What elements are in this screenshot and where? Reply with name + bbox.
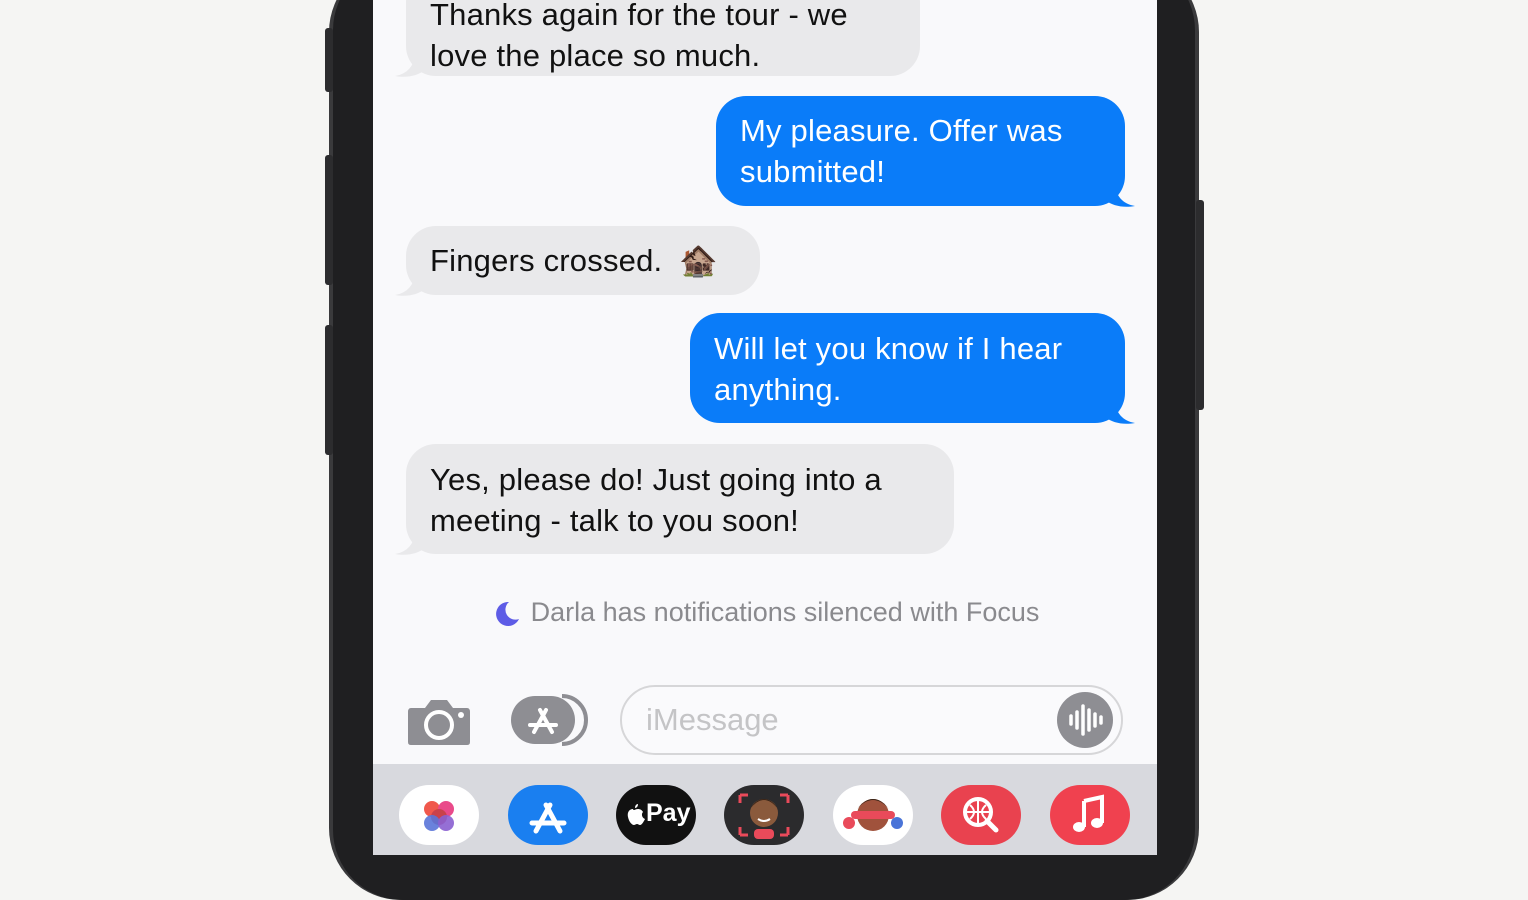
message-bubble-received[interactable]: Fingers crossed. 🏚️ <box>406 226 760 295</box>
camera-button[interactable] <box>407 696 471 746</box>
apple-pay-label: Pay <box>646 799 691 827</box>
app-memoji-stickers[interactable] <box>833 785 913 845</box>
message-bubble-sent[interactable]: Will let you know if I hear anything. <box>690 313 1125 423</box>
apps-button[interactable] <box>510 694 590 746</box>
imessage-input[interactable]: iMessage <box>620 685 1123 755</box>
composer-bar: iMessage <box>373 680 1157 764</box>
moon-icon <box>495 601 519 626</box>
waveform-icon <box>1069 704 1103 736</box>
volume-down-button <box>325 325 333 455</box>
bubble-tail <box>395 52 425 77</box>
message-text: My pleasure. Offer was <box>740 113 1063 148</box>
app-store[interactable] <box>508 785 588 845</box>
message-text: Fingers crossed. <box>430 243 663 278</box>
app-memoji[interactable] <box>724 785 804 845</box>
photos-icon <box>424 801 454 831</box>
imessage-placeholder: iMessage <box>646 702 779 737</box>
volume-up-button <box>325 155 333 285</box>
message-text: submitted! <box>740 154 886 189</box>
message-bubble-received[interactable]: Thanks again for the tour - we love the … <box>406 0 920 76</box>
messages-screen: Thanks again for the tour - we love the … <box>373 0 1157 855</box>
memoji-icon <box>738 793 790 839</box>
silent-switch <box>325 28 333 92</box>
message-text: Thanks again for the tour - we <box>430 0 848 32</box>
focus-notice-text: Darla has notifications silenced with Fo… <box>530 597 1040 627</box>
house-emoji: 🏚️ <box>679 243 718 278</box>
music-icon <box>1073 794 1104 832</box>
app-music[interactable] <box>1050 785 1130 845</box>
images-search-icon <box>963 797 999 833</box>
message-text: love the place so much. <box>430 38 761 73</box>
app-photos[interactable] <box>399 785 479 845</box>
message-text: Will let you know if I hear <box>714 331 1063 366</box>
app-store-icon <box>529 802 567 834</box>
message-bubble-sent[interactable]: My pleasure. Offer was submitted! <box>716 96 1125 206</box>
audio-message-button[interactable] <box>1057 692 1113 748</box>
bubble-tail <box>1105 182 1135 207</box>
camera-icon <box>408 700 470 745</box>
memoji-stickers-icon <box>843 799 903 831</box>
bubble-tail <box>395 530 425 555</box>
message-text: Yes, please do! Just going into a <box>430 462 882 497</box>
message-text: anything. <box>714 372 842 407</box>
app-images-search[interactable] <box>941 785 1021 845</box>
message-text: meeting - talk to you soon! <box>430 503 799 538</box>
app-drawer: Pay <box>373 764 1157 855</box>
app-store-icon <box>511 694 588 746</box>
message-bubble-received[interactable]: Yes, please do! Just going into a meetin… <box>406 444 954 554</box>
bubble-tail <box>1105 399 1135 424</box>
power-button <box>1196 200 1204 410</box>
bubble-tail <box>395 271 425 296</box>
app-apple-pay[interactable]: Pay <box>616 785 696 845</box>
focus-status-notice: Darla has notifications silenced with Fo… <box>373 593 1157 631</box>
